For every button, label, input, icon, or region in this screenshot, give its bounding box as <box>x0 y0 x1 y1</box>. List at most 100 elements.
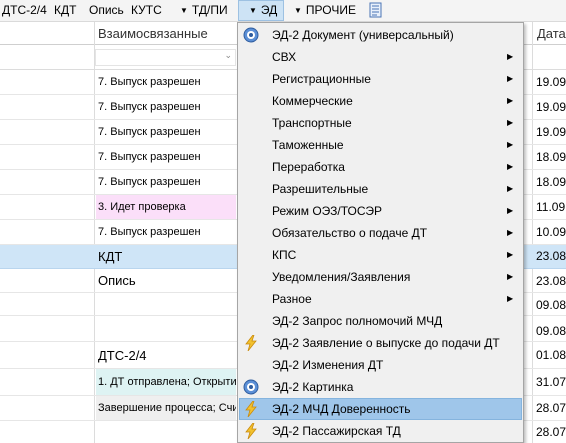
menu-item-kps[interactable]: КПС ▶ <box>239 244 522 266</box>
date-cell: 18.09 <box>536 175 566 189</box>
menu-item-label: КПС <box>272 248 297 262</box>
menu-item-notifications[interactable]: Уведомления/Заявления ▶ <box>239 266 522 288</box>
toolbar-kuts[interactable]: КУТС <box>131 0 162 21</box>
menu-item-passenger-td[interactable]: ЭД-2 Пассажирская ТД <box>239 420 522 442</box>
submenu-arrow-icon: ▶ <box>507 162 514 171</box>
filter-dropdown[interactable]: ⌄ <box>95 49 236 66</box>
toolbar-other-menu[interactable]: ▼ ПРОЧИЕ <box>294 0 356 21</box>
status-cell <box>96 316 236 341</box>
menu-item-label: ЭД-2 Пассажирская ТД <box>272 424 401 438</box>
menu-item-mchd-power-of-attorney[interactable]: ЭД-2 МЧД Доверенность <box>239 398 522 420</box>
menu-item-label: ЭД-2 Изменения ДТ <box>272 358 384 372</box>
status-cell: 7. Выпуск разрешен <box>98 226 201 238</box>
menu-item-dt-obligation[interactable]: Обязательство о подаче ДТ ▶ <box>239 222 522 244</box>
column-header-related[interactable]: Взаимосвязанные <box>98 22 208 45</box>
toolbar-tdpi-label: ТД/ПИ <box>191 3 228 17</box>
date-cell: 09.08 <box>536 298 566 312</box>
lightning-icon <box>245 401 257 417</box>
submenu-arrow-icon: ▶ <box>507 294 514 303</box>
toolbar-kdt[interactable]: КДТ <box>54 0 76 21</box>
document-icon[interactable] <box>368 2 384 19</box>
date-cell: 01.08 <box>536 348 566 362</box>
target-icon <box>243 27 259 43</box>
date-cell: 11.09 <box>536 200 566 214</box>
menu-item-picture[interactable]: ЭД-2 Картинка <box>239 376 522 398</box>
submenu-arrow-icon: ▶ <box>507 250 514 259</box>
toolbar-ed-label: ЭД <box>260 3 278 17</box>
menu-item-customs[interactable]: Таможенные ▶ <box>239 134 522 156</box>
chevron-down-icon: ▼ <box>294 6 302 15</box>
date-cell: 18.09 <box>536 150 566 164</box>
menu-item-misc[interactable]: Разное ▶ <box>239 288 522 310</box>
chevron-down-icon: ▼ <box>249 6 257 15</box>
date-cell: 19.09 <box>536 125 566 139</box>
menu-item-label: Обязательство о подаче ДТ <box>272 226 428 240</box>
menu-item-label: ЭД-2 Картинка <box>272 380 354 394</box>
date-cell: 28.07 <box>536 401 566 415</box>
date-cell: 10.09 <box>536 225 566 239</box>
menu-item-release-application[interactable]: ЭД-2 Заявление о выпуске до подачи ДТ <box>239 332 522 354</box>
menu-item-label: ЭД-2 МЧД Доверенность <box>272 402 411 416</box>
menu-item-svh[interactable]: СВХ ▶ <box>239 46 522 68</box>
menu-item-label: ЭД-2 Заявление о выпуске до подачи ДТ <box>272 336 500 350</box>
submenu-arrow-icon: ▶ <box>507 96 514 105</box>
menu-item-label: Транспортные <box>272 116 352 130</box>
submenu-arrow-icon: ▶ <box>507 52 514 61</box>
menu-item-commercial[interactable]: Коммерческие ▶ <box>239 90 522 112</box>
submenu-arrow-icon: ▶ <box>507 184 514 193</box>
chevron-down-icon: ▼ <box>180 6 188 15</box>
toolbar-other-label: ПРОЧИЕ <box>305 3 356 17</box>
menu-item-label: Уведомления/Заявления <box>272 270 411 284</box>
date-cell: 23.08 <box>536 249 566 263</box>
menu-item-label: Регистрационные <box>272 72 371 86</box>
submenu-arrow-icon: ▶ <box>507 228 514 237</box>
menu-item-oez-toser[interactable]: Режим ОЭЗ/ТОСЭР ▶ <box>239 200 522 222</box>
status-cell: Опись <box>98 273 136 288</box>
status-cell: 7. Выпуск разрешен <box>98 176 201 188</box>
chevron-down-icon: ⌄ <box>224 50 232 60</box>
submenu-arrow-icon: ▶ <box>507 206 514 215</box>
toolbar-tdpi-menu[interactable]: ▼ ТД/ПИ <box>180 0 228 21</box>
status-cell: ДТС-2/4 <box>98 348 147 363</box>
menu-item-processing[interactable]: Переработка ▶ <box>239 156 522 178</box>
menu-item-label: Коммерческие <box>272 94 353 108</box>
date-cell: 28.07 <box>536 425 566 439</box>
submenu-arrow-icon: ▶ <box>507 118 514 127</box>
menu-item-label: Переработка <box>272 160 345 174</box>
date-cell: 23.08 <box>536 274 566 288</box>
menu-item-label: ЭД-2 Документ (универсальный) <box>272 28 454 42</box>
menu-item-transport[interactable]: Транспортные ▶ <box>239 112 522 134</box>
status-cell: 7. Выпуск разрешен <box>98 76 201 88</box>
menu-item-ed2-universal-doc[interactable]: ЭД-2 Документ (универсальный) <box>239 24 522 46</box>
lightning-icon <box>245 335 257 351</box>
status-cell: Завершение процесса; Счи <box>96 396 236 420</box>
lightning-icon <box>245 423 257 439</box>
menu-item-dt-changes[interactable]: ЭД-2 Изменения ДТ <box>239 354 522 376</box>
toolbar-dts-24[interactable]: ДТС-2/4 <box>2 0 47 21</box>
status-cell <box>96 293 236 315</box>
menu-item-label: Режим ОЭЗ/ТОСЭР <box>272 204 383 218</box>
status-cell <box>96 421 236 443</box>
date-cell: 31.07 <box>536 375 566 389</box>
status-cell: 7. Выпуск разрешен <box>98 151 201 163</box>
status-cell: 3. Идет проверка <box>96 195 236 219</box>
menu-item-registration[interactable]: Регистрационные ▶ <box>239 68 522 90</box>
toolbar: ДТС-2/4 КДТ Опись КУТС ▼ ТД/ПИ ▼ ЭД ▼ ПРОЧИ… <box>0 0 566 22</box>
menu-item-label: ЭД-2 Запрос полномочий МЧД <box>272 314 443 328</box>
submenu-arrow-icon: ▶ <box>507 272 514 281</box>
menu-item-label: Разное <box>272 292 312 306</box>
menu-item-mchd-request[interactable]: ЭД-2 Запрос полномочий МЧД <box>239 310 522 332</box>
date-cell: 19.09 <box>536 75 566 89</box>
menu-item-label: Разрешительные <box>272 182 369 196</box>
menu-item-permits[interactable]: Разрешительные ▶ <box>239 178 522 200</box>
menu-item-label: Таможенные <box>272 138 344 152</box>
submenu-arrow-icon: ▶ <box>507 74 514 83</box>
status-cell: КДТ <box>98 249 123 264</box>
date-cell: 19.09 <box>536 100 566 114</box>
column-header-date[interactable]: Дата <box>537 22 566 45</box>
date-cell: 09.08 <box>536 324 566 338</box>
toolbar-ed-menu[interactable]: ▼ ЭД <box>238 0 284 21</box>
status-cell: 7. Выпуск разрешен <box>98 126 201 138</box>
status-cell: 7. Выпуск разрешен <box>98 101 201 113</box>
toolbar-opis[interactable]: Опись <box>89 0 124 21</box>
